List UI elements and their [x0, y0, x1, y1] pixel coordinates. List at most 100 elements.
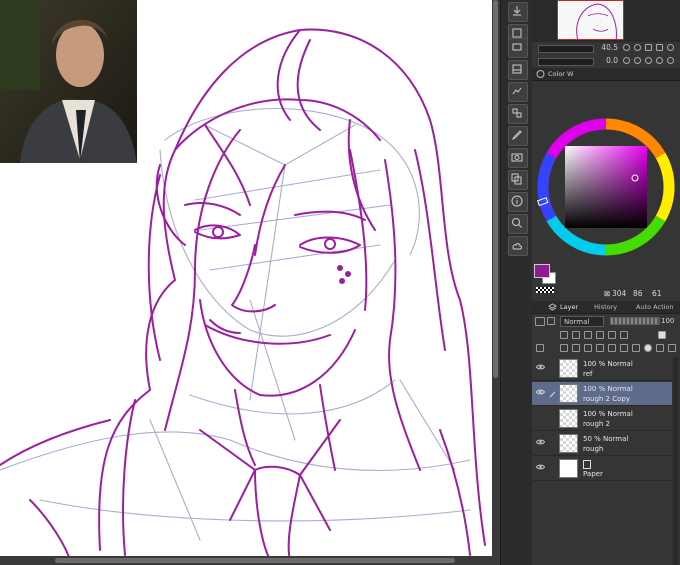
tab-layer[interactable]: Layer — [560, 303, 578, 311]
tab-auto-action[interactable]: Auto Action — [636, 303, 674, 311]
layer-panel: Layer History Auto Action Normal 100 100… — [532, 301, 680, 565]
mask-enable-icon[interactable] — [608, 331, 616, 339]
cloud-icon[interactable] — [508, 236, 528, 256]
blend-mode-select[interactable]: Normal — [560, 316, 604, 327]
collapse-icon[interactable] — [536, 344, 544, 352]
layer-name: rough — [583, 445, 604, 453]
color-wheel-panel: Color W ⊠ 304 86 61 — [532, 68, 680, 300]
lock-transparent-icon[interactable] — [596, 331, 604, 339]
opacity-fill — [611, 318, 659, 324]
zoom-value: 40.5 — [601, 43, 618, 52]
zoom-out-icon[interactable] — [623, 44, 630, 51]
rotate-left-icon[interactable] — [623, 57, 630, 64]
layer-name: ref — [583, 370, 593, 378]
layer-row-rough-2-copy[interactable]: 100 % Normal rough 2 Copy — [532, 382, 672, 406]
reference-photo — [0, 0, 137, 163]
right-panel: 40.5 0.0 Color W ⊠ 304 86 61 Layer Histo… — [532, 0, 680, 565]
hue-icon: ⊠ — [604, 289, 611, 298]
drawing-canvas[interactable] — [0, 0, 492, 565]
layer-view-icon[interactable] — [658, 331, 666, 339]
layer-mask-icon[interactable] — [644, 344, 652, 352]
combine-down-icon[interactable] — [608, 344, 616, 352]
layer-panel-tabs: Layer History Auto Action — [532, 301, 680, 314]
draft-layer-icon[interactable] — [584, 331, 592, 339]
color-wheel-tab[interactable]: Color W — [548, 70, 573, 78]
info-icon[interactable] — [508, 192, 528, 212]
create-mask-icon[interactable] — [620, 344, 628, 352]
layer-property-icon[interactable] — [535, 317, 545, 326]
tab-history[interactable]: History — [594, 303, 617, 311]
layer-name: rough 2 — [583, 420, 611, 428]
rotation-slider[interactable] — [538, 58, 594, 66]
refresh-icon[interactable] — [667, 44, 674, 51]
eye-icon[interactable] — [536, 464, 545, 470]
layers-tab-icon — [548, 303, 557, 311]
download-icon[interactable] — [508, 2, 528, 22]
opacity-slider[interactable] — [610, 317, 660, 325]
layer-color-icon[interactable] — [620, 331, 628, 339]
clip-layer-icon[interactable] — [560, 331, 568, 339]
layer-name: rough 2 Copy — [583, 395, 630, 403]
main-color-swatch[interactable] — [534, 264, 550, 278]
search-icon[interactable] — [508, 214, 528, 234]
apply-mask-icon[interactable] — [632, 344, 640, 352]
paper-layer-icon — [583, 460, 591, 469]
sub-view-icon[interactable] — [508, 60, 528, 80]
transfer-down-icon[interactable] — [596, 344, 604, 352]
copy-icon[interactable] — [508, 170, 528, 190]
duplicate-layer-icon[interactable] — [656, 344, 664, 352]
canvas-vertical-scrollbar[interactable] — [492, 0, 500, 565]
panel-toolbar — [500, 0, 533, 565]
rotate-right-icon[interactable] — [634, 57, 641, 64]
layer-thumbnail — [559, 434, 578, 453]
navigator-panel: 40.5 0.0 — [532, 0, 680, 66]
opacity-value: 100 — [661, 317, 675, 325]
new-folder-icon[interactable] — [584, 344, 592, 352]
color-set-icon[interactable] — [508, 104, 528, 124]
color-wheel[interactable] — [532, 112, 680, 264]
new-raster-layer-icon[interactable] — [560, 344, 568, 352]
layer-blend-info: 100 % Normal — [583, 410, 633, 418]
hue-value: 304 — [612, 289, 627, 298]
zoom-slider[interactable] — [538, 45, 594, 53]
material-icon[interactable] — [508, 82, 528, 102]
horizontal-scroll-thumb[interactable] — [55, 558, 455, 563]
layer-blend-info: 100 % Normal — [583, 360, 633, 368]
new-vector-layer-icon[interactable] — [572, 344, 580, 352]
flip-vertical-icon[interactable] — [667, 57, 674, 64]
layer-name: Paper — [583, 470, 603, 478]
camera-icon[interactable] — [508, 148, 528, 168]
actual-size-icon[interactable] — [656, 44, 663, 51]
layer-thumbnail — [559, 409, 578, 428]
navigator-icon[interactable] — [508, 38, 528, 58]
delete-layer-icon[interactable] — [668, 344, 676, 352]
color-panel-header: Color W — [532, 68, 680, 81]
reset-rotation-icon[interactable] — [645, 57, 652, 64]
reference-layer-icon[interactable] — [572, 331, 580, 339]
fit-icon[interactable] — [645, 44, 652, 51]
lock-layer-icon[interactable] — [547, 317, 555, 325]
edit-icon[interactable] — [508, 126, 528, 146]
layer-list-scrollbar[interactable] — [673, 357, 678, 565]
layer-row-rough[interactable]: 50 % Normal rough — [532, 432, 672, 456]
rotation-value: 0.0 — [606, 56, 618, 65]
layer-row-rough-2[interactable]: 100 % Normal rough 2 — [532, 407, 672, 431]
layer-row-ref[interactable]: 100 % Normal ref — [532, 357, 672, 381]
layer-row-paper[interactable]: Paper — [532, 457, 672, 481]
flip-horizontal-icon[interactable] — [656, 57, 663, 64]
vertical-scroll-thumb[interactable] — [493, 0, 498, 378]
layer-list: 100 % Normal ref 100 % Normal rough 2 Co… — [532, 357, 673, 565]
pen-editing-icon — [549, 391, 555, 398]
layer-thumbnail — [559, 384, 578, 403]
layer-thumbnail — [559, 359, 578, 378]
saturation-value: 86 — [633, 289, 643, 298]
hsv-readout: ⊠ 304 86 61 — [532, 288, 680, 300]
navigator-thumbnail[interactable] — [557, 0, 624, 40]
eye-icon[interactable] — [536, 389, 545, 395]
canvas-horizontal-scrollbar[interactable] — [0, 556, 492, 565]
eye-icon[interactable] — [536, 364, 545, 370]
layer-blend-info: 100 % Normal — [583, 385, 633, 393]
palette-icon — [536, 70, 545, 78]
zoom-in-icon[interactable] — [634, 44, 641, 51]
eye-icon[interactable] — [536, 439, 545, 445]
